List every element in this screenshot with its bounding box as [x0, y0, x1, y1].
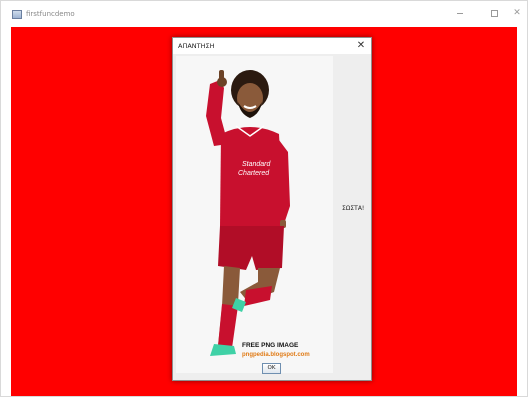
title-bar[interactable]: firstfuncdemo ✕: [1, 1, 527, 27]
answer-message: ΣΩΣΤΑ!: [342, 205, 365, 212]
app-window: firstfuncdemo ✕ ΑΠΑΝΤΗΣΗ ✕ Standard Char…: [0, 0, 528, 397]
minimize-button[interactable]: [449, 5, 471, 21]
svg-text:Chartered: Chartered: [238, 170, 270, 177]
close-icon: ✕: [513, 8, 521, 18]
watermark-title: FREE PNG IMAGE: [242, 342, 299, 349]
close-icon: ✕: [356, 40, 366, 51]
maximize-button[interactable]: [483, 5, 505, 21]
svg-text:Standard: Standard: [242, 161, 272, 168]
java-app-icon: [12, 10, 22, 19]
dialog-title: ΑΠΑΝΤΗΣΗ: [178, 42, 215, 50]
answer-dialog: ΑΠΑΝΤΗΣΗ ✕ Standard Chartered FREE PNG I…: [172, 37, 372, 381]
watermark-url: pngpedia.blogspot.com: [242, 352, 310, 358]
dialog-title-bar[interactable]: ΑΠΑΝΤΗΣΗ ✕: [173, 38, 371, 54]
close-window-button[interactable]: ✕: [506, 5, 528, 21]
ok-button[interactable]: OK: [262, 363, 281, 374]
dialog-close-button[interactable]: ✕: [354, 39, 368, 53]
player-illustration: Standard Chartered: [206, 70, 290, 356]
maximize-icon: [490, 9, 498, 17]
minimize-icon: [457, 12, 463, 14]
window-title: firstfuncdemo: [26, 10, 75, 18]
player-image: Standard Chartered FREE PNG IMAGE pngped…: [176, 56, 333, 373]
